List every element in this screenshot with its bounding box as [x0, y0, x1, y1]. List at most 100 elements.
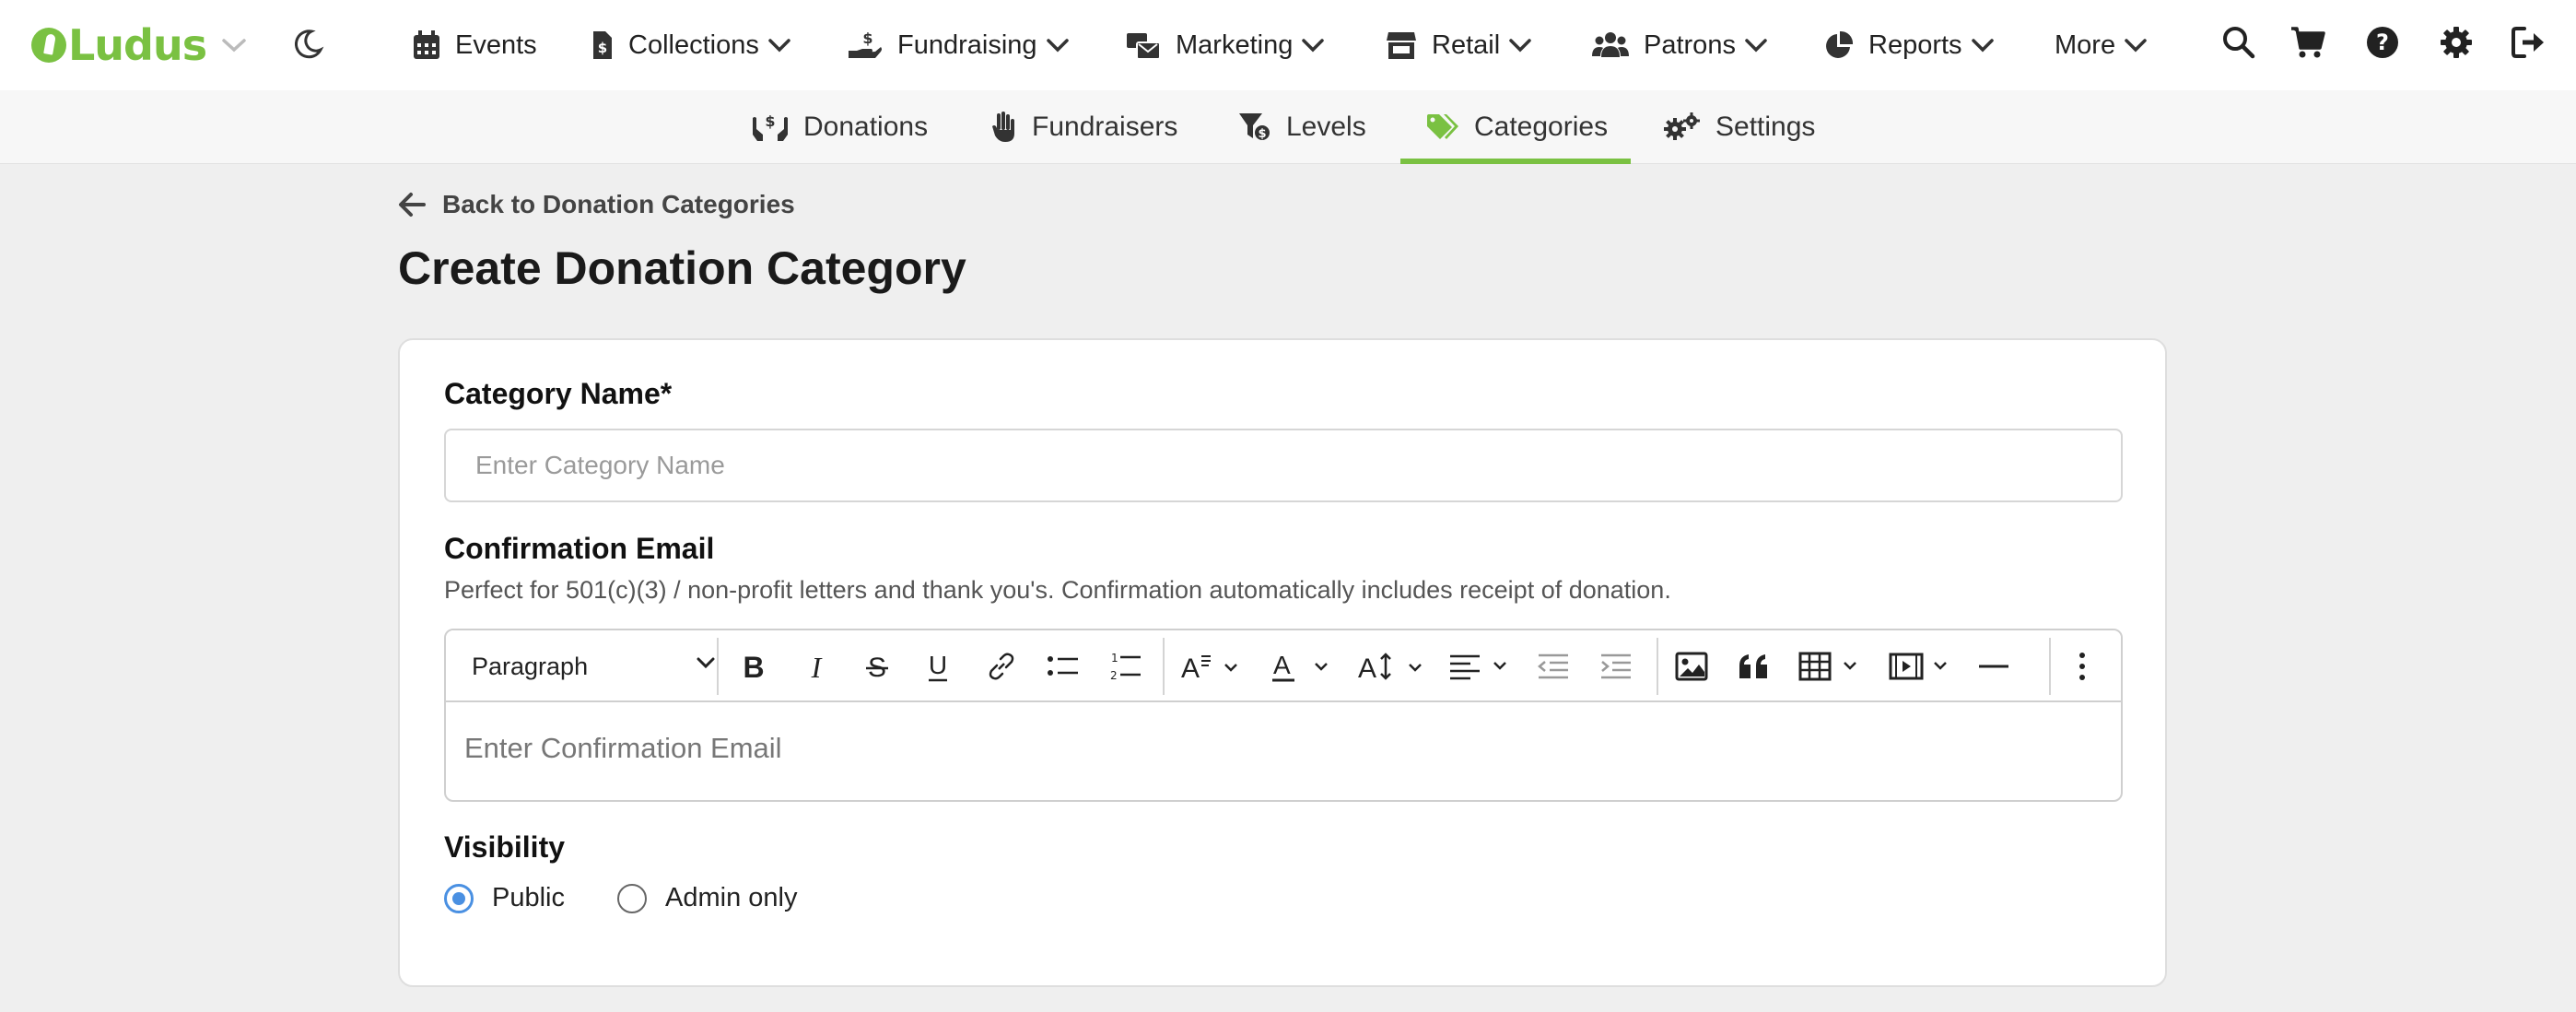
svg-text:$: $	[765, 112, 775, 130]
back-link[interactable]: Back to Donation Categories	[398, 190, 795, 219]
svg-text:A: A	[1273, 651, 1291, 679]
heading-style-icon[interactable]: A	[1181, 649, 1242, 684]
indent-icon[interactable]	[1599, 649, 1633, 684]
chevron-down-icon	[1046, 38, 1069, 53]
tab-levels-label: Levels	[1286, 112, 1366, 142]
insert-image-icon[interactable]	[1675, 649, 1708, 684]
toolbar-divider	[1163, 638, 1165, 695]
numbered-list-icon[interactable]: 12	[1107, 649, 1142, 684]
nav-more-label: More	[2055, 29, 2116, 60]
nav-reports[interactable]: Reports	[1824, 0, 1994, 90]
svg-text:?: ?	[2376, 29, 2389, 55]
svg-text:A: A	[1358, 653, 1376, 682]
bulleted-list-icon[interactable]	[1047, 649, 1080, 684]
insert-table-icon[interactable]	[1798, 649, 1865, 684]
cogs-icon	[1664, 112, 1701, 142]
nav-retail[interactable]: Retail	[1386, 0, 1531, 90]
nav-patrons-label: Patrons	[1644, 29, 1736, 60]
nav-events[interactable]: Events	[413, 0, 537, 90]
horizontal-line-icon[interactable]	[1977, 649, 2010, 684]
tab-levels[interactable]: $ Levels	[1238, 90, 1366, 164]
tab-donations-label: Donations	[803, 112, 929, 142]
visibility-public-radio[interactable]: Public	[444, 883, 565, 913]
tab-donations[interactable]: $ Donations	[752, 90, 928, 164]
help-icon[interactable]: ?	[2366, 26, 2399, 59]
nav-fundraising[interactable]: $ Fundraising	[848, 0, 1069, 90]
font-color-icon[interactable]: A	[1271, 649, 1332, 684]
editor-toolbar: Paragraph B I S U 12 A A A	[446, 630, 2121, 702]
tab-categories-label: Categories	[1474, 112, 1609, 142]
chevron-down-icon	[768, 38, 790, 53]
underline-icon[interactable]: U	[923, 649, 953, 684]
radio-unselected-icon	[617, 883, 647, 913]
ludus-logo-mark	[31, 28, 66, 63]
mail-bulk-icon	[1126, 30, 1161, 60]
visibility-admin-only-label: Admin only	[665, 883, 798, 912]
hand-paper-icon	[989, 112, 1017, 143]
tab-fundraisers[interactable]: Fundraisers	[989, 90, 1177, 164]
chevron-down-icon[interactable]	[221, 37, 247, 53]
link-icon[interactable]	[986, 649, 1017, 684]
svg-text:B: B	[743, 651, 764, 682]
chevron-down-icon	[1745, 38, 1767, 53]
users-icon	[1592, 31, 1629, 59]
visibility-label: Visibility	[444, 830, 566, 864]
ludus-logo[interactable]: Ludus	[31, 20, 247, 70]
sign-out-icon[interactable]	[2512, 26, 2547, 59]
more-options-icon[interactable]	[2077, 649, 2088, 684]
svg-text:A: A	[1181, 653, 1200, 682]
svg-text:1: 1	[1111, 652, 1118, 665]
svg-text:$: $	[598, 40, 607, 56]
tab-fundraisers-label: Fundraisers	[1032, 112, 1178, 142]
file-invoice-dollar-icon: $	[591, 30, 614, 60]
hands-holding-dollar-icon: $	[752, 112, 789, 142]
category-form-card: Category Name* Confirmation Email Perfec…	[398, 338, 2167, 987]
page-title: Create Donation Category	[398, 242, 966, 294]
radio-selected-icon	[444, 883, 474, 913]
top-navbar: Ludus Events $ Collections $ Fundraising…	[0, 0, 2576, 90]
filter-dollar-icon: $	[1238, 112, 1271, 142]
svg-text:$: $	[862, 30, 872, 47]
tab-categories[interactable]: Categories	[1400, 90, 1631, 164]
text-align-icon[interactable]	[1448, 649, 1515, 684]
dark-mode-moon-icon[interactable]	[291, 28, 324, 61]
strikethrough-icon[interactable]: S	[862, 649, 892, 684]
block-quote-icon[interactable]	[1738, 649, 1771, 684]
chevron-down-icon	[1971, 38, 1994, 53]
paragraph-format-value: Paragraph	[472, 652, 589, 680]
italic-icon[interactable]: I	[802, 649, 831, 684]
logo-text: Ludus	[68, 20, 207, 70]
chevron-down-icon	[2125, 38, 2147, 53]
insert-media-icon[interactable]	[1889, 649, 1955, 684]
toolbar-divider	[2049, 638, 2051, 695]
nav-collections[interactable]: $ Collections	[591, 0, 790, 90]
chevron-down-icon	[1302, 38, 1325, 53]
shopping-cart-icon[interactable]	[2290, 26, 2325, 59]
back-link-label: Back to Donation Categories	[442, 190, 795, 218]
nav-patrons[interactable]: Patrons	[1592, 0, 1767, 90]
svg-text:$: $	[1258, 127, 1266, 141]
visibility-admin-only-radio[interactable]: Admin only	[617, 883, 797, 913]
nav-reports-label: Reports	[1868, 29, 1962, 60]
toolbar-divider	[717, 638, 719, 695]
bold-icon[interactable]: B	[739, 649, 768, 684]
nav-marketing[interactable]: Marketing	[1126, 0, 1325, 90]
tab-settings[interactable]: Settings	[1664, 90, 1815, 164]
arrow-left-icon	[398, 192, 442, 218]
font-size-icon[interactable]: A	[1358, 649, 1428, 684]
svg-text:2: 2	[1110, 669, 1118, 682]
paragraph-format-select[interactable]: Paragraph	[472, 630, 715, 702]
chart-pie-icon	[1824, 30, 1854, 60]
nav-marketing-label: Marketing	[1176, 29, 1294, 60]
tags-icon	[1426, 113, 1459, 141]
confirmation-email-body[interactable]: Enter Confirmation Email	[464, 732, 782, 765]
nav-retail-label: Retail	[1432, 29, 1501, 60]
category-name-input[interactable]	[444, 429, 2123, 502]
gear-icon[interactable]	[2440, 26, 2473, 59]
outdent-icon[interactable]	[1537, 649, 1570, 684]
nav-fundraising-label: Fundraising	[897, 29, 1037, 60]
toolbar-divider	[1657, 638, 1658, 695]
confirmation-email-hint: Perfect for 501(c)(3) / non-profit lette…	[444, 576, 1671, 604]
nav-more[interactable]: More	[2055, 0, 2147, 90]
search-icon[interactable]	[2222, 26, 2255, 59]
